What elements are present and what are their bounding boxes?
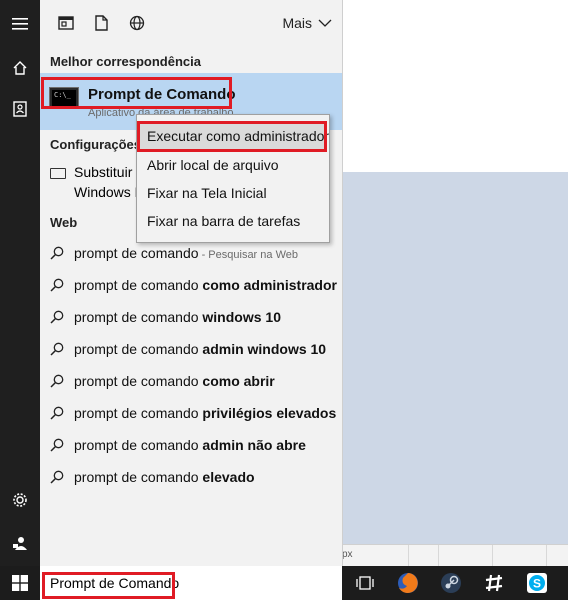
web-suggestion-item[interactable]: prompt de comando elevado (40, 462, 342, 494)
web-suggestion-suffix: como abrir (202, 373, 275, 389)
search-magnifier-icon (50, 278, 64, 292)
web-suggestion-suffix: como administrador (202, 277, 337, 293)
search-magnifier-icon (50, 246, 64, 260)
hamburger-menu-icon[interactable] (0, 6, 40, 42)
web-suggestion-suffix: windows 10 (202, 309, 281, 325)
context-menu-pin-to-start[interactable]: Fixar na Tela Inicial (147, 185, 267, 201)
web-suggestion-item[interactable]: prompt de comando como administrador (40, 270, 342, 302)
skype-icon[interactable]: S (520, 569, 554, 597)
web-suggestion-item[interactable]: prompt de comando como abrir (40, 366, 342, 398)
web-suggestion-suffix: admin não abre (202, 437, 306, 453)
search-magnifier-icon (50, 374, 64, 388)
settings-item-line2: Windows P (74, 184, 145, 200)
web-suggestion-item[interactable]: prompt de comando admin windows 10 (40, 334, 342, 366)
web-suggestion-item[interactable]: prompt de comando windows 10 (40, 302, 342, 334)
web-suggestion-base: prompt de comando (74, 469, 203, 485)
home-icon[interactable] (0, 50, 40, 86)
status-divider (546, 545, 547, 567)
web-suggestion-text: prompt de comando admin windows 10 (74, 341, 326, 357)
windows-logo-icon (12, 575, 28, 591)
context-menu-open-file-location[interactable]: Abrir local de arquivo (147, 157, 279, 173)
web-suggestion-base: prompt de comando (74, 245, 199, 261)
apps-filter-icon[interactable] (57, 14, 75, 32)
search-magnifier-icon (50, 406, 64, 420)
status-divider (438, 545, 439, 567)
more-filters-label: Mais (282, 15, 312, 31)
search-magnifier-icon (50, 310, 64, 324)
web-suggestion-suffix: elevado (202, 469, 255, 485)
web-filter-globe-icon[interactable] (128, 14, 146, 32)
web-suggestion-text: prompt de comando admin não abre (74, 437, 306, 453)
web-suggestion-suffix: privilégios elevados (202, 405, 337, 421)
svg-text:S: S (533, 577, 541, 591)
search-magnifier-icon (50, 438, 64, 452)
start-menu-rail (0, 0, 40, 566)
web-suggestion-base: prompt de comando (74, 341, 203, 357)
web-suggestion-text: prompt de comando - Pesquisar na Web (74, 245, 298, 261)
annotation-highlight-box (41, 77, 232, 109)
steam-icon[interactable] (434, 569, 468, 597)
web-suggestion-base: prompt de comando (74, 405, 203, 421)
web-suggestion-item[interactable]: prompt de comando privilégios elevados (40, 398, 342, 430)
desktop-status-strip: px (342, 544, 568, 567)
search-results-panel: Mais Melhor correspondência C:\_ Prompt … (40, 0, 343, 566)
search-magnifier-icon (50, 342, 64, 356)
search-magnifier-icon (50, 470, 64, 484)
feedback-user-icon[interactable] (0, 525, 40, 561)
web-suggestion-text: prompt de comando windows 10 (74, 309, 281, 325)
web-suggestion-text: prompt de comando como administrador (74, 277, 337, 293)
slack-icon[interactable] (477, 569, 511, 597)
status-divider (492, 545, 493, 567)
desktop-window-area (342, 172, 568, 544)
status-text: px (342, 549, 353, 560)
web-suggestion-text: prompt de comando como abrir (74, 373, 275, 389)
web-heading: Web (50, 215, 78, 230)
settings-gear-icon[interactable] (0, 482, 40, 518)
settings-item-line1: Substituir (74, 164, 133, 180)
web-suggestion-base: prompt de comando (74, 277, 203, 293)
documents-filter-icon[interactable] (92, 14, 110, 32)
desktop-area (342, 0, 568, 172)
annotation-highlight-box (42, 572, 175, 599)
notebook-icon[interactable] (0, 91, 40, 127)
web-suggestion-base: prompt de comando (74, 373, 203, 389)
task-view-icon[interactable] (348, 569, 382, 597)
chevron-down-icon (318, 19, 332, 27)
context-menu-pin-to-taskbar[interactable]: Fixar na barra de tarefas (147, 213, 300, 229)
status-divider (408, 545, 409, 567)
best-match-heading: Melhor correspondência (50, 54, 201, 69)
web-suggestion-item[interactable]: prompt de comando admin não abre (40, 430, 342, 462)
annotation-highlight-box (137, 121, 327, 152)
more-filters-button[interactable]: Mais (282, 15, 332, 31)
firefox-icon[interactable] (391, 569, 425, 597)
web-suggestion-hint: - Pesquisar na Web (198, 249, 298, 261)
web-suggestion-suffix: admin windows 10 (202, 341, 327, 357)
web-suggestion-base: prompt de comando (74, 437, 203, 453)
display-settings-icon (50, 168, 66, 179)
web-suggestion-text: prompt de comando privilégios elevados (74, 405, 336, 421)
start-button[interactable] (0, 566, 40, 600)
web-suggestion-text: prompt de comando elevado (74, 469, 255, 485)
filter-toolbar: Mais (40, 0, 342, 46)
settings-heading: Configurações (50, 137, 142, 152)
taskbar: Prompt de Comando S (0, 566, 568, 600)
web-suggestion-base: prompt de comando (74, 309, 203, 325)
